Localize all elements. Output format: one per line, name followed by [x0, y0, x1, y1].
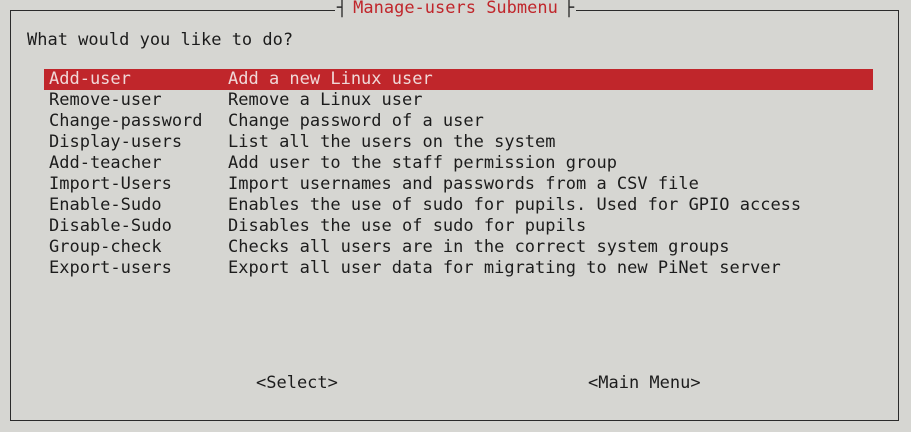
- title-right-tick: ├: [563, 0, 575, 18]
- menu-item-enable-sudo[interactable]: Enable-Sudo Enables the use of sudo for …: [44, 195, 873, 216]
- menu-item-tag: Import-Users: [49, 174, 172, 194]
- menu-item-import-users[interactable]: Import-Users Import usernames and passwo…: [44, 174, 873, 195]
- menu-item-desc: Add user to the staff permission group: [228, 153, 617, 173]
- menu-item-desc: Disables the use of sudo for pupils: [228, 216, 587, 236]
- whiptail-screen: ┤ Manage-users Submenu ├ What would you li…: [0, 0, 911, 432]
- menu-item-remove-user[interactable]: Remove-user Remove a Linux user: [44, 90, 873, 111]
- menu-item-tag: Change-password: [49, 111, 203, 131]
- menu-item-desc: Import usernames and passwords from a CS…: [228, 174, 699, 194]
- dialog-title-bar: ┤ Manage-users Submenu ├: [0, 0, 911, 18]
- menu-prompt: What would you like to do?: [27, 30, 294, 50]
- menu-item-add-teacher[interactable]: Add-teacher Add user to the staff permis…: [44, 153, 873, 174]
- menu-item-tag: Remove-user: [49, 90, 162, 110]
- dialog-title: Manage-users Submenu: [353, 0, 558, 18]
- menu-item-desc: Change password of a user: [228, 111, 484, 131]
- dialog-buttons: <Select> <Main Menu>: [0, 372, 911, 394]
- menu-item-tag: Group-check: [49, 237, 162, 257]
- menu-item-tag: Display-users: [49, 132, 183, 152]
- menu-item-desc: Export all user data for migrating to ne…: [228, 258, 781, 278]
- menu-item-desc: Add a new Linux user: [228, 69, 433, 89]
- menu-item-add-user[interactable]: Add-user Add a new Linux user: [44, 69, 873, 90]
- menu-item-disable-sudo[interactable]: Disable-Sudo Disables the use of sudo fo…: [44, 216, 873, 237]
- menu-list: Add-user Add a new Linux user Remove-use…: [44, 69, 873, 279]
- menu-item-export-users[interactable]: Export-users Export all user data for mi…: [44, 258, 873, 279]
- menu-item-tag: Export-users: [49, 258, 172, 278]
- menu-item-desc: Checks all users are in the correct syst…: [228, 237, 730, 257]
- menu-item-tag: Enable-Sudo: [49, 195, 162, 215]
- menu-item-display-users[interactable]: Display-users List all the users on the …: [44, 132, 873, 153]
- menu-item-desc: Enables the use of sudo for pupils. Used…: [228, 195, 802, 215]
- menu-item-desc: List all the users on the system: [228, 132, 556, 152]
- menu-item-tag: Add-user: [49, 69, 131, 89]
- menu-item-change-password[interactable]: Change-password Change password of a use…: [44, 111, 873, 132]
- menu-item-tag: Disable-Sudo: [49, 216, 172, 236]
- menu-item-tag: Add-teacher: [49, 153, 162, 173]
- title-left-tick: ┤: [336, 0, 348, 18]
- dialog-title-wrap: ┤ Manage-users Submenu ├: [334, 0, 577, 18]
- main-menu-button[interactable]: <Main Menu>: [588, 372, 701, 394]
- select-button[interactable]: <Select>: [256, 372, 338, 394]
- menu-item-desc: Remove a Linux user: [228, 90, 423, 110]
- menu-item-group-check[interactable]: Group-check Checks all users are in the …: [44, 237, 873, 258]
